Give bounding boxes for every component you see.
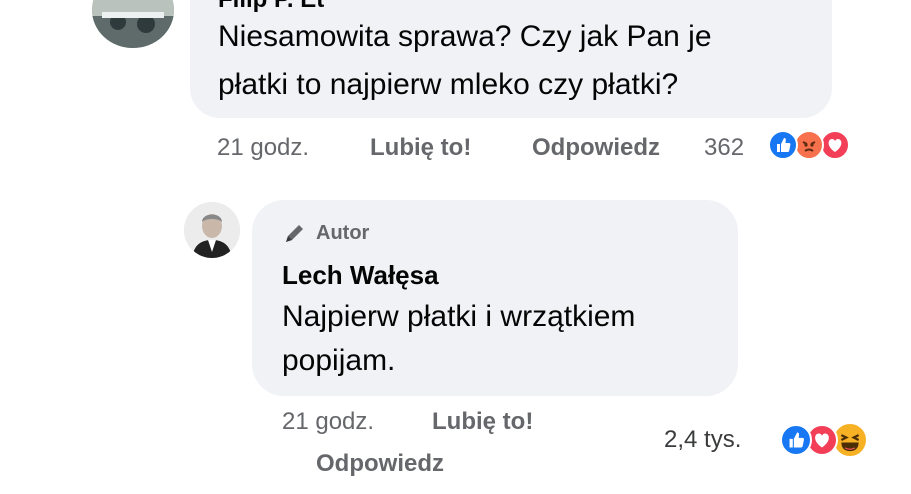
commenter-avatar[interactable]	[92, 0, 174, 48]
reply-text-line-1: Najpierw płatki i wrzątkiem	[282, 300, 636, 333]
author-avatar-photo-icon	[184, 202, 240, 258]
comment-text-line-1: Niesamowita sprawa? Czy jak Pan je	[218, 20, 712, 53]
commenter-avatar-photo-icon	[92, 0, 174, 48]
reply-like-button[interactable]: Lubię to!	[432, 408, 533, 436]
like-reaction-icon	[768, 130, 798, 160]
author-badge-label: Autor	[316, 221, 370, 244]
comment-text-line-2: płatki to najpierw mleko czy płatki?	[218, 68, 679, 101]
reply-reaction-count[interactable]: 2,4 tys.	[664, 426, 741, 454]
comment-reactions[interactable]	[768, 130, 880, 164]
comment-author-name[interactable]: Filip P. Et	[218, 0, 324, 14]
comment-like-button[interactable]: Lubię to!	[370, 134, 471, 162]
comment-timestamp[interactable]: 21 godz.	[217, 134, 309, 162]
love-reaction-icon	[820, 130, 850, 160]
comment-reply-button[interactable]: Odpowiedz	[532, 134, 660, 162]
reply-author-name[interactable]: Lech Wałęsa	[282, 260, 439, 291]
reply-timestamp[interactable]: 21 godz.	[282, 408, 374, 436]
reply-text-line-2: popijam.	[282, 344, 396, 377]
reply-reactions[interactable]	[780, 422, 888, 460]
comment-reaction-count[interactable]: 362	[704, 134, 744, 162]
author-badge: Autor	[282, 220, 369, 246]
angry-reaction-icon	[794, 130, 824, 160]
reply-reply-button[interactable]: Odpowiedz	[316, 450, 444, 478]
author-avatar[interactable]	[184, 202, 240, 258]
pencil-icon	[286, 225, 303, 242]
like-reaction-icon	[780, 424, 812, 456]
